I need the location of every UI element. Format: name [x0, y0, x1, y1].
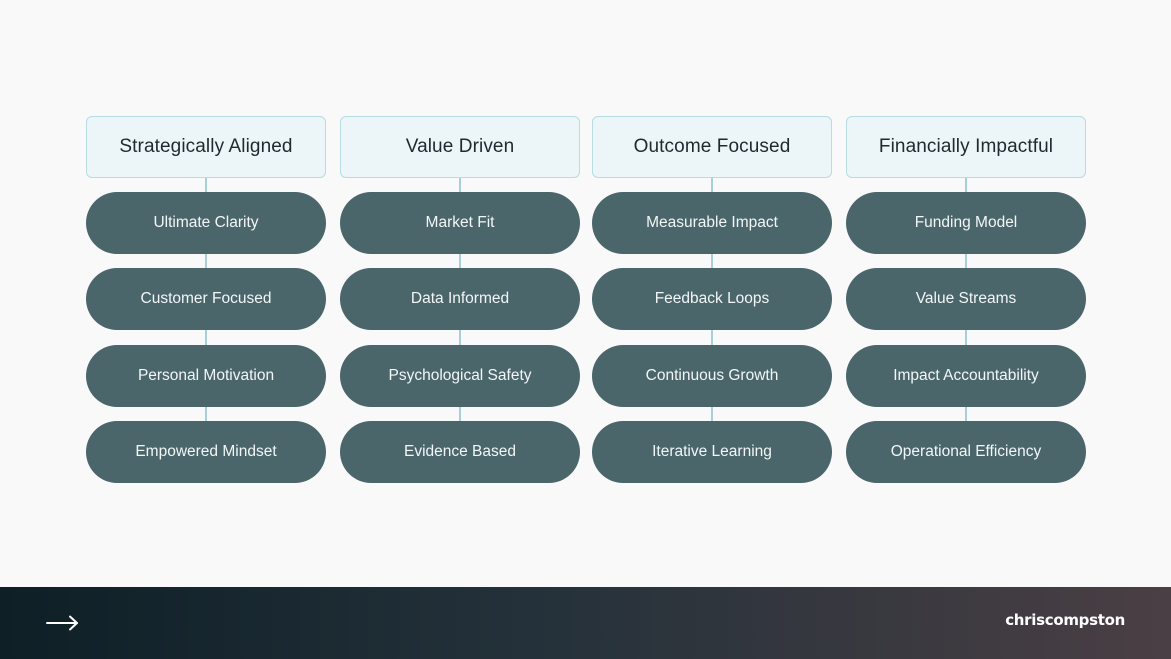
item-pill: Empowered Mindset: [86, 421, 326, 483]
column-value-driven: Value Driven Market Fit Data Informed Ps…: [340, 116, 580, 484]
column-header: Strategically Aligned: [86, 116, 326, 178]
item-pill: Continuous Growth: [592, 345, 832, 407]
item-pill: Feedback Loops: [592, 268, 832, 330]
item-pill: Psychological Safety: [340, 345, 580, 407]
column-outcome-focused: Outcome Focused Measurable Impact Feedba…: [592, 116, 832, 484]
column-strategically-aligned: Strategically Aligned Ultimate Clarity C…: [86, 116, 326, 484]
item-pill: Personal Motivation: [86, 345, 326, 407]
footer-bar: chriscompston: [0, 587, 1171, 659]
item-pill: Data Informed: [340, 268, 580, 330]
item-pill: Funding Model: [846, 192, 1086, 254]
brand-logo: chriscompston: [1005, 611, 1125, 629]
item-pill: Iterative Learning: [592, 421, 832, 483]
column-header: Financially Impactful: [846, 116, 1086, 178]
item-pill: Measurable Impact: [592, 192, 832, 254]
item-pill: Operational Efficiency: [846, 421, 1086, 483]
item-pill: Ultimate Clarity: [86, 192, 326, 254]
arrow-right-icon[interactable]: [46, 613, 80, 633]
item-pill: Market Fit: [340, 192, 580, 254]
item-pill: Evidence Based: [340, 421, 580, 483]
column-header: Outcome Focused: [592, 116, 832, 178]
item-pill: Customer Focused: [86, 268, 326, 330]
item-pill: Value Streams: [846, 268, 1086, 330]
item-pill: Impact Accountability: [846, 345, 1086, 407]
pillars-diagram: Strategically Aligned Ultimate Clarity C…: [0, 0, 1171, 587]
column-financially-impactful: Financially Impactful Funding Model Valu…: [846, 116, 1086, 484]
column-header: Value Driven: [340, 116, 580, 178]
